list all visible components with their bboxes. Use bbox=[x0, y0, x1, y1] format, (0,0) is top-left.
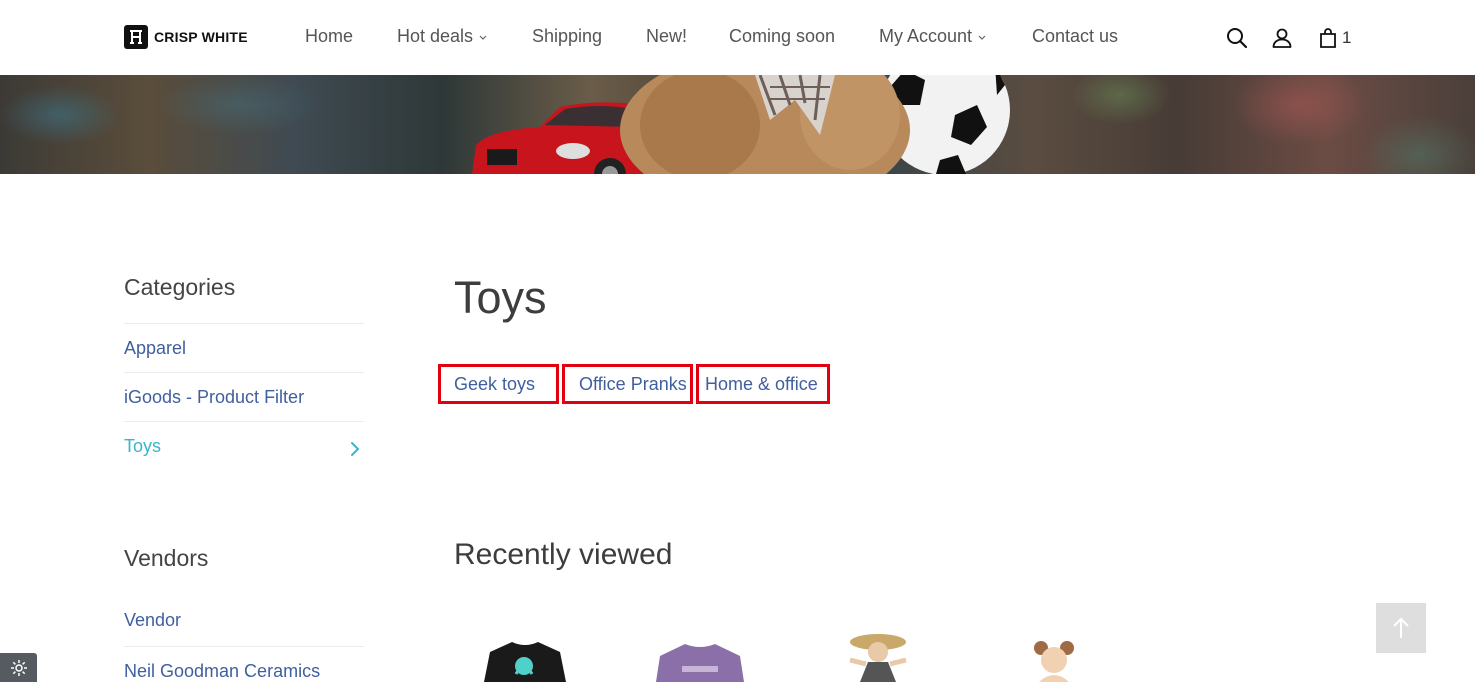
chevron-down-icon bbox=[978, 35, 986, 40]
nav-coming-soon[interactable]: Coming soon bbox=[729, 26, 835, 47]
category-toys[interactable]: Toys bbox=[124, 436, 161, 457]
subcategory-label: Geek toys bbox=[454, 373, 536, 394]
vendor-link[interactable]: Vendor bbox=[124, 610, 181, 631]
vendor-neil-goodman-ceramics[interactable]: Neil Goodman Ceramics bbox=[124, 661, 320, 682]
subcategory-label: Office Pranks bbox=[579, 373, 687, 394]
product-thumbnail[interactable] bbox=[820, 630, 930, 682]
divider bbox=[124, 421, 364, 422]
settings-button[interactable] bbox=[0, 653, 37, 682]
gear-icon bbox=[10, 659, 27, 676]
product-thumbnail[interactable] bbox=[470, 630, 580, 682]
cart-count[interactable]: 1 bbox=[1342, 28, 1351, 48]
logo-text: CRISP WHITE bbox=[154, 29, 248, 45]
categories-heading: Categories bbox=[124, 274, 236, 300]
subcategory-office-pranks[interactable]: Office Pranks bbox=[562, 364, 693, 404]
subcategory-geek-toys[interactable]: Geek toys bbox=[438, 364, 559, 404]
banner-toys-image bbox=[472, 75, 1010, 174]
product-thumbnail[interactable] bbox=[995, 630, 1110, 682]
nav-new[interactable]: New! bbox=[646, 26, 687, 47]
logo[interactable]: CRISP WHITE bbox=[124, 25, 248, 49]
cart-bag-icon[interactable] bbox=[1316, 26, 1340, 50]
arrow-up-icon bbox=[1393, 617, 1409, 638]
site-header: CRISP WHITE Home Hot deals Shipping New!… bbox=[0, 0, 1475, 75]
chevron-right-icon[interactable] bbox=[348, 440, 362, 458]
divider bbox=[124, 323, 364, 324]
product-thumbnail[interactable] bbox=[640, 630, 760, 682]
logo-icon bbox=[124, 25, 148, 49]
back-to-top-button[interactable] bbox=[1376, 603, 1426, 653]
nav-contact-us[interactable]: Contact us bbox=[1032, 26, 1118, 47]
category-igoods-product-filter[interactable]: iGoods - Product Filter bbox=[124, 387, 304, 408]
recently-viewed-heading: Recently viewed bbox=[454, 538, 673, 571]
user-icon[interactable] bbox=[1270, 26, 1294, 50]
search-icon[interactable] bbox=[1225, 26, 1249, 50]
nav-shipping[interactable]: Shipping bbox=[532, 26, 602, 47]
divider bbox=[124, 372, 364, 373]
vendors-heading: Vendors bbox=[124, 545, 209, 571]
category-banner bbox=[0, 75, 1475, 174]
category-apparel[interactable]: Apparel bbox=[124, 338, 186, 359]
subcategory-label: Home & office bbox=[705, 373, 818, 394]
page-title: Toys bbox=[454, 272, 547, 323]
divider bbox=[124, 646, 364, 647]
subcategory-home-office[interactable]: Home & office bbox=[696, 364, 830, 404]
nav-home[interactable]: Home bbox=[305, 26, 353, 47]
chevron-down-icon bbox=[479, 35, 487, 40]
nav-hot-deals[interactable]: Hot deals bbox=[397, 26, 488, 47]
nav-my-account[interactable]: My Account bbox=[879, 26, 987, 47]
